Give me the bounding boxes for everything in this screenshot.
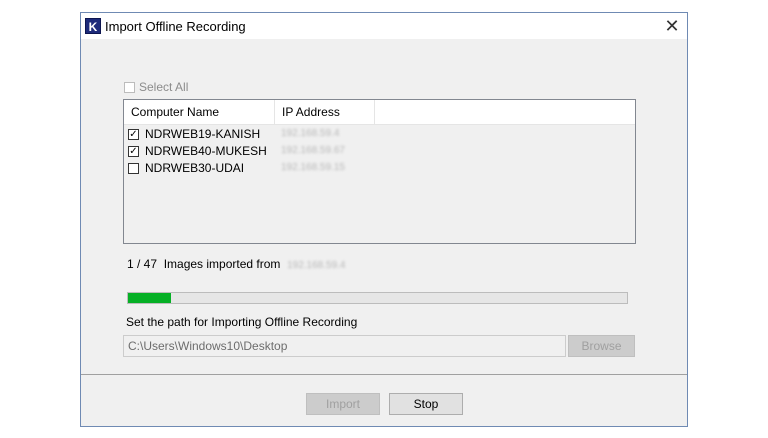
column-header-computer-name[interactable]: Computer Name <box>124 100 275 124</box>
ip-address: 192.168.59.67 <box>281 145 345 156</box>
path-input[interactable] <box>123 335 566 357</box>
computer-name: NDRWEB30-UDAI <box>145 161 245 175</box>
row-checkbox[interactable]: ✓ <box>128 145 139 157</box>
computer-name: NDRWEB19-KANISH <box>145 127 261 141</box>
progress-fill <box>128 293 172 303</box>
import-count: 1 / 47 <box>127 257 158 271</box>
title-bar: K Import Offline Recording ✕ <box>81 13 687 39</box>
import-offline-recording-dialog: K Import Offline Recording ✕ Select All … <box>80 12 688 427</box>
select-all-checkbox[interactable]: Select All <box>124 80 188 94</box>
select-all-label: Select All <box>139 80 189 94</box>
path-label: Set the path for Importing Offline Recor… <box>126 315 358 329</box>
import-progress-bar <box>127 292 628 304</box>
divider <box>81 374 687 375</box>
list-header: Computer Name IP Address <box>124 100 635 125</box>
import-message: Images imported from <box>163 257 281 271</box>
import-button[interactable]: Import <box>306 393 380 415</box>
stop-button[interactable]: Stop <box>389 393 463 415</box>
computer-name: NDRWEB40-MUKESH <box>145 144 267 158</box>
row-checkbox[interactable]: ✓ <box>128 128 139 140</box>
column-header-ip-address[interactable]: IP Address <box>275 100 375 124</box>
list-item[interactable]: NDRWEB30-UDAI <box>128 160 244 176</box>
source-ip: 192.168.59.4 <box>287 260 346 271</box>
close-button[interactable]: ✕ <box>657 13 687 39</box>
import-status: 1 / 47 Images imported from 192.168.59.4 <box>127 257 345 271</box>
list-item[interactable]: ✓ NDRWEB19-KANISH <box>128 126 260 142</box>
ip-address: 192.168.59.15 <box>281 162 345 173</box>
list-item[interactable]: ✓ NDRWEB40-MUKESH <box>128 143 267 159</box>
computer-list[interactable]: Computer Name IP Address ✓ NDRWEB19-KANI… <box>123 99 636 244</box>
window-title: Import Offline Recording <box>105 19 246 34</box>
app-logo-icon: K <box>85 18 101 34</box>
select-all-checkbox-box[interactable] <box>124 81 135 93</box>
ip-address: 192.168.59.4 <box>281 128 340 139</box>
row-checkbox[interactable] <box>128 162 139 174</box>
browse-button[interactable]: Browse <box>568 335 635 357</box>
